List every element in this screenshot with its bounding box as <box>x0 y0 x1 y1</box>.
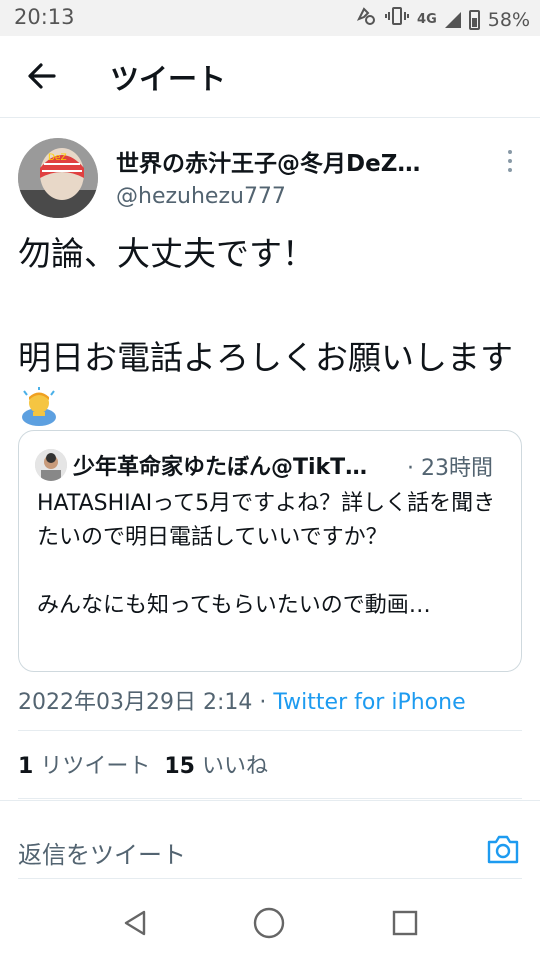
status-bar: 20:13 4G 58% <box>0 0 540 36</box>
tweet-text-line2: 明日お電話よろしくお願いします <box>18 338 513 377</box>
app-header: ツイート <box>0 36 540 118</box>
back-arrow-icon[interactable] <box>24 58 60 94</box>
divider <box>18 730 522 731</box>
reply-bar: 返信をツイート <box>0 800 540 880</box>
retweets-count[interactable]: 1 <box>18 754 33 779</box>
tweet-text: 勿論、大丈夫です！ 明日お電話よろしくお願いします <box>18 228 523 436</box>
camera-icon[interactable] <box>486 833 520 865</box>
man-bowing-emoji-icon <box>18 385 60 427</box>
status-icons: 4G 58% <box>355 5 530 34</box>
system-nav-bar <box>0 892 540 960</box>
nav-back-icon[interactable] <box>118 906 152 940</box>
author-handle[interactable]: @hezuhezu777 <box>116 184 286 209</box>
tweet-date: 2022年03月29日 2:14 <box>18 690 253 715</box>
battery-icon <box>468 9 480 30</box>
nav-home-icon[interactable] <box>252 906 286 940</box>
page-title: ツイート <box>110 62 227 96</box>
quoted-author-name: 少年革命家ゆたぼん@TikT… <box>73 455 368 480</box>
vibrate-icon <box>385 5 410 34</box>
tweet-meta: 2022年03月29日 2:14 · Twitter for iPhone <box>18 684 466 716</box>
quoted-author-avatar <box>35 449 67 481</box>
author-display-name[interactable]: 世界の赤汁王子@冬月DeZ… <box>116 144 456 178</box>
tweet-source-link[interactable]: Twitter for iPhone <box>273 690 465 715</box>
reply-underline <box>18 878 522 879</box>
more-options-icon[interactable] <box>500 150 520 176</box>
quoted-tweet-text: HATASHIAIって5月ですよね？詳しく話を聞きたいので明日電話していいですか… <box>37 491 496 618</box>
likes-label[interactable]: いいね <box>202 754 268 779</box>
author-avatar[interactable]: DeZ <box>18 138 98 218</box>
nfc-icon <box>355 5 377 34</box>
network-type: 4G <box>417 12 437 27</box>
retweets-label[interactable]: リツイート <box>40 754 150 779</box>
svg-text:DeZ: DeZ <box>48 153 67 163</box>
reply-input[interactable]: 返信をツイート <box>18 835 186 870</box>
meta-separator: · <box>259 690 267 715</box>
quoted-tweet-time: · 23時間 <box>407 456 493 481</box>
status-time: 20:13 <box>14 5 75 29</box>
signal-icon <box>444 11 461 28</box>
battery-level: 58% <box>487 8 530 31</box>
tweet-text-line1: 勿論、大丈夫です！ <box>18 234 315 273</box>
tweet-stats: 1 リツイート 15 いいね <box>18 748 268 780</box>
likes-count[interactable]: 15 <box>164 754 195 779</box>
quoted-tweet-card[interactable]: 少年革命家ゆたぼん@TikT… · 23時間 HATASHIAIって5月ですよね… <box>18 430 522 672</box>
divider <box>18 798 522 799</box>
nav-recents-icon[interactable] <box>388 906 422 940</box>
